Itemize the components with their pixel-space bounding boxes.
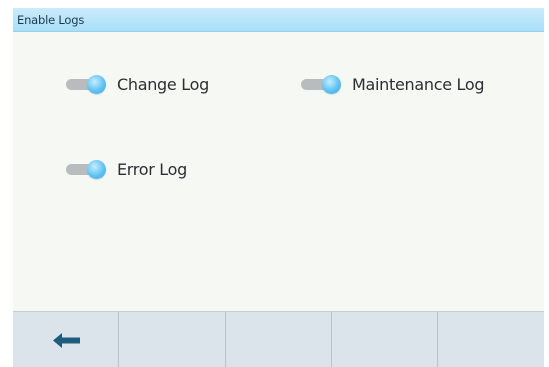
maintenance-log-toggle[interactable] <box>299 74 343 94</box>
log-toggle-list: Change Log Maintenance Log Error Log <box>13 32 544 311</box>
toggle-knob <box>87 160 106 179</box>
toggle-knob <box>322 75 341 94</box>
arrow-left-icon <box>53 333 80 348</box>
error-log-label: Error Log <box>117 159 187 179</box>
softkey-3[interactable] <box>226 312 332 367</box>
softkey-4[interactable] <box>332 312 438 367</box>
softkey-bar <box>13 311 544 367</box>
change-log-option[interactable]: Change Log <box>64 71 209 97</box>
maintenance-log-option[interactable]: Maintenance Log <box>299 71 485 97</box>
change-log-label: Change Log <box>117 74 209 94</box>
back-softkey[interactable] <box>13 312 119 367</box>
error-log-option[interactable]: Error Log <box>64 156 187 182</box>
softkey-2[interactable] <box>119 312 226 367</box>
enable-logs-screen: Enable Logs Change Log Maintenance Log E… <box>13 8 544 367</box>
change-log-toggle[interactable] <box>64 74 108 94</box>
softkey-5[interactable] <box>438 312 544 367</box>
page-title: Enable Logs <box>17 13 85 27</box>
maintenance-log-label: Maintenance Log <box>352 74 485 94</box>
title-bar: Enable Logs <box>13 8 544 32</box>
error-log-toggle[interactable] <box>64 159 108 179</box>
toggle-knob <box>87 75 106 94</box>
